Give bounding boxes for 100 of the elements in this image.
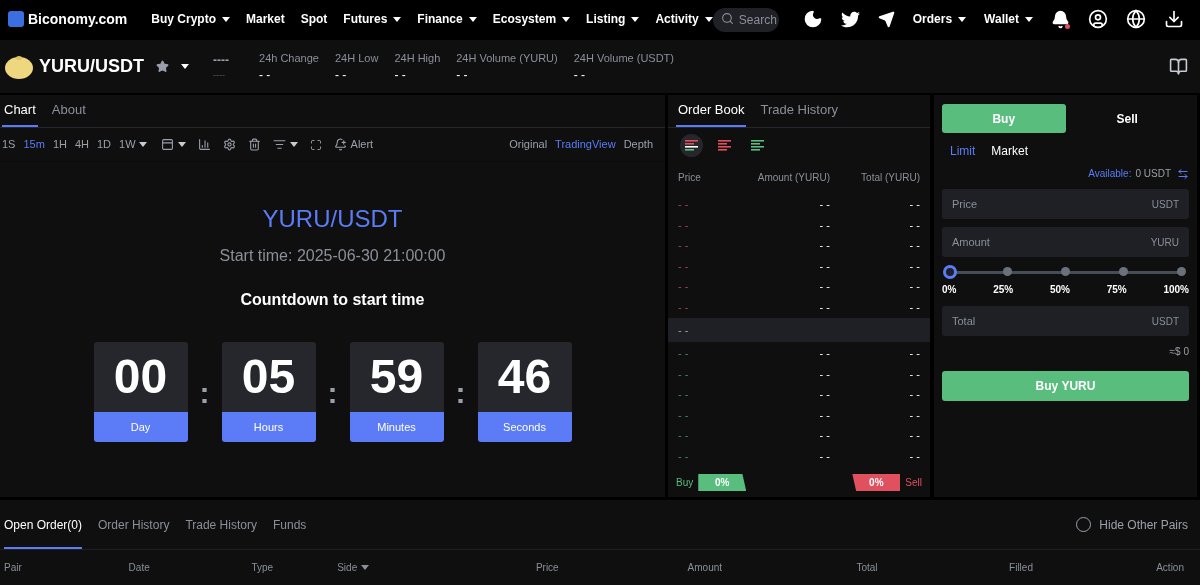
tab[interactable]: Open Order(0)	[4, 500, 83, 549]
view-option[interactable]: Original	[509, 136, 548, 153]
settings-icon[interactable]	[222, 138, 236, 151]
download-icon[interactable]	[1164, 9, 1184, 29]
price-cell-text: - -	[678, 346, 690, 361]
amount-cell-text: - -	[818, 258, 830, 274]
price-cell-text: - -	[678, 387, 690, 402]
total-cell-text: - -	[908, 299, 920, 315]
indicator-icon[interactable]	[197, 138, 211, 151]
sell-ratio-bar: 0%	[852, 474, 901, 491]
interval-button[interactable]: 1W	[119, 136, 147, 153]
nav-menu-item[interactable]: Futures	[343, 10, 402, 28]
total-cell-text: - -	[908, 407, 920, 423]
caret-icon	[361, 564, 370, 570]
nav-menu-item[interactable]: Market	[246, 10, 285, 28]
price-cell-text: - -	[678, 428, 690, 443]
interval-button[interactable]: 4H	[74, 136, 89, 153]
alert-bell-icon	[333, 138, 347, 151]
price-usd: ----	[213, 68, 226, 82]
order-type-tab[interactable]: Limit	[950, 142, 976, 160]
nav-menu-item[interactable]: Listing	[586, 10, 640, 28]
tab[interactable]: Funds	[272, 500, 307, 549]
tab[interactable]: Order Book	[676, 95, 747, 127]
column-header: Pair	[4, 560, 23, 575]
nav-menu-item[interactable]: Spot	[300, 10, 328, 28]
caret-icon	[1025, 16, 1033, 22]
amount-cell-text: - -	[818, 387, 830, 402]
stat-value: - -	[573, 66, 587, 84]
caret-icon	[562, 16, 571, 22]
price-cell-text: - -	[678, 448, 690, 464]
available-label: Available:	[1088, 167, 1132, 181]
percent-label: 100%	[1163, 283, 1189, 297]
view-option[interactable]: TradingView	[555, 136, 616, 153]
price-cell-text: - -	[678, 299, 690, 315]
hide-other-pairs-toggle[interactable]: Hide Other Pairs	[1076, 515, 1188, 534]
nav-menu-item[interactable]: Wallet	[984, 10, 1033, 28]
interval-button[interactable]: 15m	[23, 136, 45, 153]
last-price: ----	[213, 51, 230, 68]
percent-label: 75%	[1106, 283, 1127, 297]
stat-label: 24H High	[394, 50, 441, 66]
search-icon	[720, 12, 734, 25]
unit-label: USDT	[1151, 198, 1179, 212]
countdown-value: 46	[477, 342, 572, 412]
unit-label: YURU	[1150, 236, 1179, 250]
view-option[interactable]: Depth	[623, 136, 653, 153]
stat-value: - -	[259, 66, 272, 84]
transfer-icon[interactable]	[1177, 167, 1189, 180]
tab[interactable]: Trade History	[758, 95, 841, 127]
countdown-unit: Minutes	[349, 412, 444, 442]
caret-icon	[704, 16, 713, 22]
nav-menu-item[interactable]: Finance	[417, 10, 477, 28]
percent-slider[interactable]	[944, 265, 1187, 279]
total-cell-text: - -	[908, 366, 920, 382]
notification-icon[interactable]	[1051, 9, 1070, 29]
tab[interactable]: Order History	[98, 500, 170, 549]
search-field[interactable]: Search	[712, 8, 779, 32]
favorite-star-icon[interactable]	[156, 60, 169, 73]
column-header: Side	[337, 559, 536, 575]
stat-label: 24H Volume (YURU)	[456, 50, 558, 66]
list-icon[interactable]	[272, 138, 286, 151]
interval-button[interactable]: 1S	[2, 136, 16, 153]
nav-menu-item[interactable]: Activity	[655, 10, 713, 28]
fullscreen-icon[interactable]	[309, 138, 322, 151]
caret-icon	[958, 16, 967, 22]
time-separator: :	[326, 374, 339, 411]
nav-menu-item[interactable]: Orders	[912, 10, 967, 28]
mid-price: - -	[678, 322, 689, 338]
side-tab[interactable]: Sell	[1065, 104, 1189, 133]
total-cell-text: - -	[908, 448, 920, 464]
amount-cell-text: - -	[818, 238, 830, 253]
nav-menu-item[interactable]: Buy Crypto	[151, 10, 230, 28]
tab[interactable]: Trade History	[185, 500, 257, 549]
layout-button[interactable]	[680, 133, 703, 157]
amount-cell-text: - -	[818, 299, 830, 315]
caret-icon	[177, 142, 186, 147]
tab[interactable]: Chart	[2, 95, 38, 127]
amount-cell-text: - -	[818, 366, 830, 382]
telegram-icon[interactable]	[877, 10, 895, 28]
countdown-unit: Hours	[221, 412, 316, 442]
logo[interactable]: Biconomy.com	[28, 8, 128, 30]
trash-icon[interactable]	[247, 138, 261, 151]
chart-type-icon[interactable]	[160, 138, 174, 151]
user-icon[interactable]	[1088, 9, 1108, 29]
column-header: Filled	[1009, 560, 1034, 575]
unit-label: USDT	[1151, 315, 1179, 329]
tab[interactable]: About	[49, 95, 88, 127]
theme-icon[interactable]	[802, 9, 823, 29]
order-type-tab[interactable]: Market	[991, 142, 1029, 160]
column-header: Total	[856, 560, 879, 575]
guide-icon[interactable]	[1169, 57, 1188, 76]
language-icon[interactable]	[1126, 9, 1146, 29]
alert-button[interactable]: Alert	[333, 136, 374, 153]
lines-icon	[685, 139, 698, 151]
interval-button[interactable]: 1D	[97, 136, 112, 153]
nav-menu-item[interactable]: Ecosystem	[492, 10, 571, 28]
column-header: Action	[1155, 560, 1185, 575]
interval-button[interactable]: 1H	[52, 136, 67, 153]
stat-value: - -	[334, 66, 348, 84]
twitter-icon[interactable]	[840, 9, 860, 29]
amount-cell-text: - -	[818, 407, 830, 423]
